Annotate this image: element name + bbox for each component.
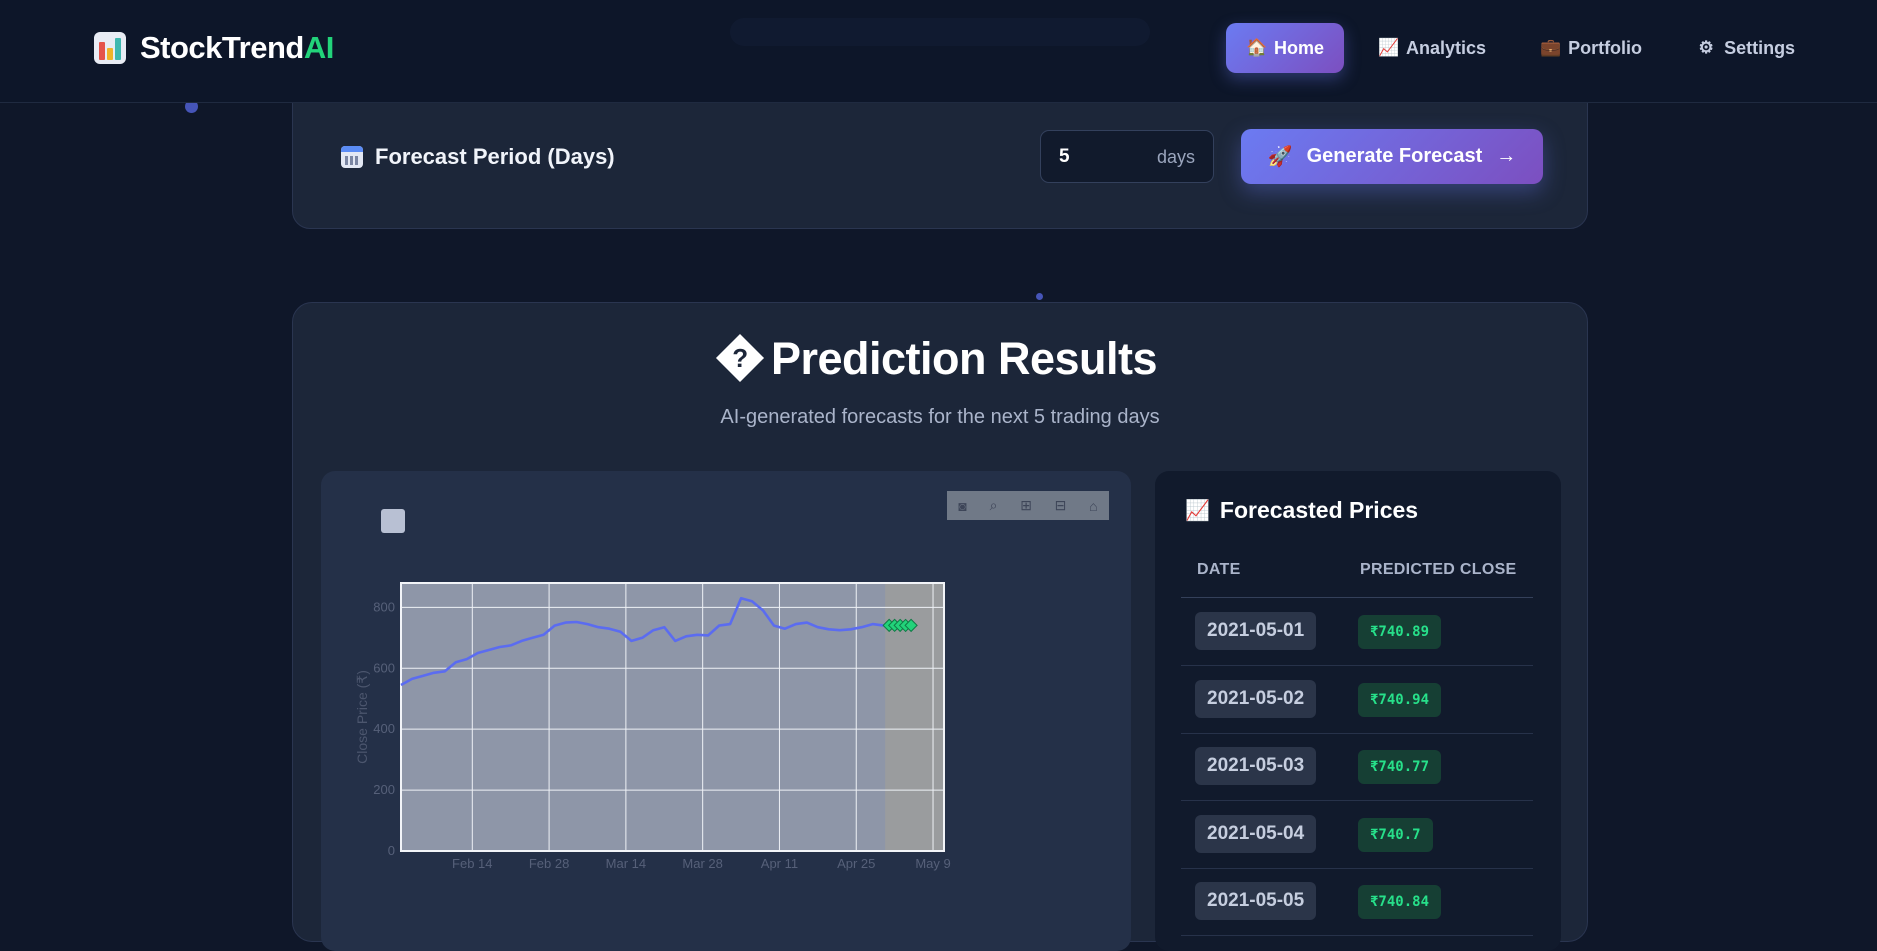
y-tick-label: 0 bbox=[388, 843, 395, 858]
date-cell: 2021-05-01 bbox=[1195, 612, 1317, 650]
y-axis-label: Close Price (₹) bbox=[354, 670, 370, 764]
price-cell: ₹740.94 bbox=[1358, 683, 1442, 717]
column-header-predicted-close[interactable]: PREDICTED CLOSE bbox=[1360, 561, 1517, 579]
y-tick-label: 400 bbox=[373, 721, 395, 736]
price-cell: ₹740.77 bbox=[1358, 750, 1442, 784]
nav-portfolio[interactable]: 💼 Portfolio bbox=[1520, 23, 1662, 73]
rocket-icon: 🚀 bbox=[1267, 146, 1293, 168]
home-icon: 🏠 bbox=[1246, 38, 1268, 57]
y-tick-label: 800 bbox=[373, 599, 395, 614]
bar-chart-icon bbox=[94, 32, 126, 64]
x-tick-label: Mar 28 bbox=[682, 856, 722, 871]
x-tick-label: Apr 25 bbox=[837, 856, 875, 871]
top-navbar: StockTrendAI 🏠 Home 📈 Analytics 💼 Portfo… bbox=[0, 0, 1877, 103]
x-tick-label: Feb 28 bbox=[529, 856, 569, 871]
price-cell: ₹740.7 bbox=[1358, 818, 1433, 852]
table-row: 2021-05-02 ₹740.94 bbox=[1181, 666, 1533, 734]
date-cell: 2021-05-04 bbox=[1195, 815, 1317, 853]
results-title: ? Prediction Results bbox=[293, 333, 1587, 385]
date-cell: 2021-05-02 bbox=[1195, 680, 1317, 718]
briefcase-icon: 💼 bbox=[1540, 38, 1562, 57]
x-tick-label: Apr 11 bbox=[761, 856, 798, 871]
price-cell: ₹740.89 bbox=[1358, 615, 1442, 649]
nav-links: 🏠 Home 📈 Analytics 💼 Portfolio ⚙ Setting… bbox=[1226, 23, 1815, 73]
y-tick-label: 600 bbox=[373, 660, 395, 675]
x-tick-label: May 9 bbox=[915, 856, 950, 871]
y-tick-label: 200 bbox=[373, 782, 395, 797]
forecast-period-text: Forecast Period (Days) bbox=[375, 144, 615, 169]
nav-settings[interactable]: ⚙ Settings bbox=[1676, 23, 1815, 73]
forecast-days-input[interactable] bbox=[1041, 131, 1141, 182]
arrow-right-icon: → bbox=[1496, 145, 1517, 167]
prediction-results-card: ? Prediction Results AI-generated forecas… bbox=[292, 302, 1588, 951]
brand-logo[interactable]: StockTrendAI bbox=[94, 30, 334, 66]
price-chart-panel: ◙ ⌕ ⊞ ⊟ ⌂ 0 200 400 600 800 Feb 14 Feb 28 Mar 1… bbox=[321, 471, 1131, 951]
nav-analytics-label: Analytics bbox=[1406, 37, 1487, 58]
question-diamond-icon: ? bbox=[715, 334, 764, 383]
forecast-table-title: 📈 Forecasted Prices bbox=[1185, 497, 1419, 523]
nav-home-label: Home bbox=[1274, 37, 1325, 58]
x-tick-label: Mar 14 bbox=[606, 856, 646, 871]
table-row: 2021-05-03 ₹740.77 bbox=[1181, 733, 1533, 801]
brand-name: StockTrendAI bbox=[140, 30, 334, 65]
calendar-icon bbox=[341, 146, 363, 168]
table-row: 2021-05-04 ₹740.7 bbox=[1181, 801, 1533, 869]
plot-background bbox=[401, 583, 944, 851]
generate-forecast-button[interactable]: 🚀 Generate Forecast → bbox=[1241, 129, 1543, 184]
date-cell: 2021-05-05 bbox=[1195, 882, 1317, 920]
generate-forecast-label: Generate Forecast bbox=[1306, 145, 1483, 167]
gear-icon: ⚙ bbox=[1698, 38, 1714, 57]
forecast-days-field[interactable]: days bbox=[1040, 130, 1214, 183]
column-header-date[interactable]: DATE bbox=[1197, 561, 1241, 579]
nav-settings-label: Settings bbox=[1724, 37, 1796, 58]
nav-home[interactable]: 🏠 Home bbox=[1226, 23, 1345, 73]
x-tick-label: Feb 14 bbox=[452, 856, 492, 871]
price-cell: ₹740.84 bbox=[1358, 885, 1442, 919]
nav-analytics[interactable]: 📈 Analytics bbox=[1358, 23, 1506, 73]
price-chart[interactable]: 0 200 400 600 800 Feb 14 Feb 28 Mar 14 Mar 28 Apr… bbox=[321, 471, 1131, 951]
nav-portfolio-label: Portfolio bbox=[1568, 37, 1643, 58]
header-faint-banner bbox=[730, 18, 1150, 46]
table-row: 2021-05-05 ₹740.84 bbox=[1181, 868, 1533, 936]
forecast-period-label: Forecast Period (Days) bbox=[341, 144, 615, 170]
date-cell: 2021-05-03 bbox=[1195, 747, 1317, 785]
decor-dot bbox=[1036, 293, 1043, 300]
chart-increasing-icon: 📈 bbox=[1185, 500, 1210, 522]
table-row: 2021-05-01 ₹740.89 bbox=[1181, 598, 1533, 666]
days-unit-label: days bbox=[1156, 147, 1195, 167]
chart-increasing-icon: 📈 bbox=[1378, 38, 1400, 57]
forecast-table-panel: 📈 Forecasted Prices DATE PREDICTED CLOSE… bbox=[1155, 471, 1561, 951]
results-subtitle: AI-generated forecasts for the next 5 tr… bbox=[720, 406, 1160, 428]
